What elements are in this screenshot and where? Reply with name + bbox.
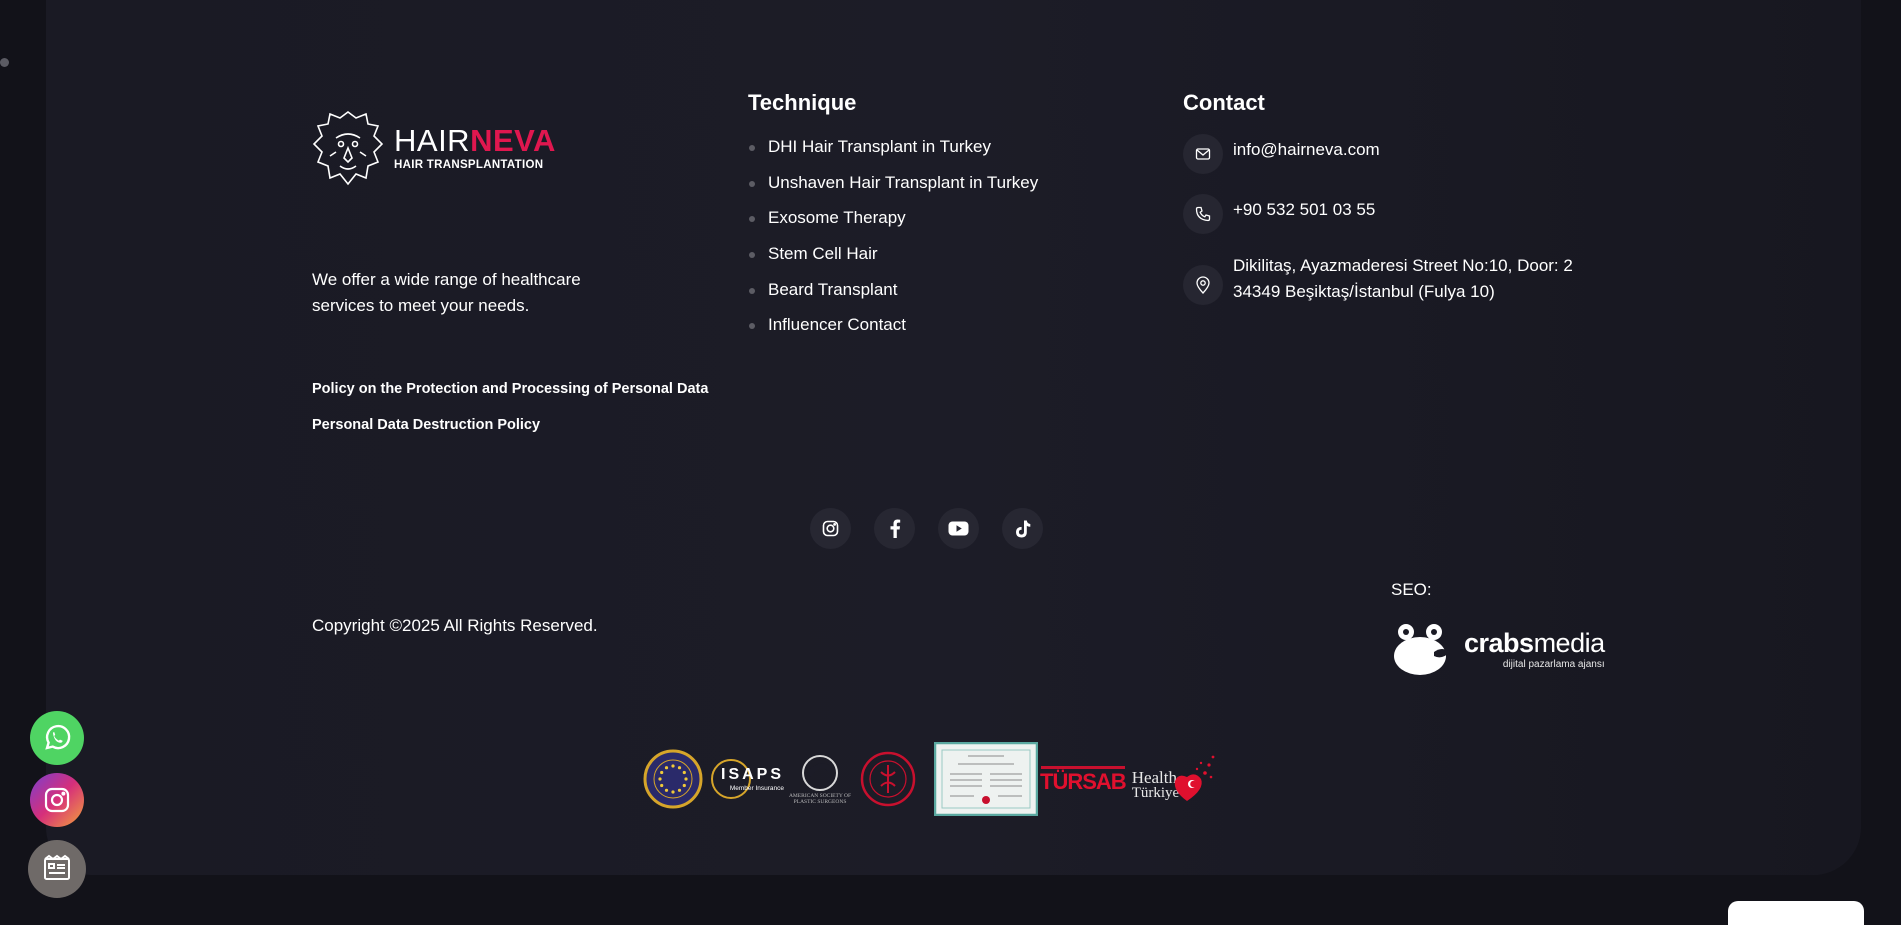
whatsapp-float-button[interactable] [30, 711, 84, 765]
heart-stars-icon [1174, 755, 1215, 801]
health-turkiye-logo: Health Türkiye [1132, 749, 1217, 809]
newsletter-icon [44, 854, 70, 880]
technique-link-influencer[interactable]: Influencer Contact [748, 313, 1038, 349]
brand-name-part2: NEVA [470, 123, 556, 158]
mail-icon [1183, 134, 1223, 174]
technique-heading: Technique [748, 90, 857, 115]
agency-logo[interactable]: crabsmedia dijital pazarlama ajansı [1390, 622, 1605, 678]
brand-name-part1: HAIR [394, 123, 471, 158]
isaps-title: ISAPS [721, 766, 785, 783]
policy-link-data-protection[interactable]: Policy on the Protection and Processing … [312, 381, 708, 397]
corner-tab[interactable] [1728, 901, 1864, 925]
contact-address: Dikilitaş, Ayazmaderesi Street No:10, Do… [1233, 253, 1573, 305]
technique-link-exosome[interactable]: Exosome Therapy [748, 206, 1038, 242]
technique-link-beard[interactable]: Beard Transplant [748, 278, 1038, 314]
phone-icon [1183, 194, 1223, 234]
youtube-icon[interactable] [938, 508, 979, 549]
isaps-subtitle: Member Insurance [729, 785, 785, 792]
contact-email-row[interactable]: info@hairneva.com [1183, 134, 1380, 174]
certificate-document-icon [934, 742, 1039, 816]
tursab-logo: TÜRSAB [1040, 765, 1127, 794]
certification-logos: ISAPS Member Insurance AMERICAN SOCIETY … [643, 742, 1217, 816]
contact-phone[interactable]: +90 532 501 03 55 [1233, 197, 1375, 223]
tiktok-icon[interactable] [1002, 508, 1043, 549]
instagram-icon [44, 787, 70, 813]
copyright-text: Copyright ©2025 All Rights Reserved. [312, 616, 598, 635]
contact-phone-row[interactable]: +90 532 501 03 55 [1183, 194, 1375, 234]
lion-logo-icon [312, 111, 384, 186]
brand-subtitle: HAIR TRANSPLANTATION [394, 159, 544, 171]
agency-name-rest: media [1533, 628, 1606, 658]
newsletter-float-button[interactable] [28, 840, 86, 898]
health-turkiye-line-1: Health [1131, 768, 1178, 787]
agency-name-bold: crabs [1464, 628, 1534, 658]
isaps-logo: ISAPS Member Insurance [709, 757, 784, 801]
address-line-1: Dikilitaş, Ayazmaderesi Street No:10, Do… [1233, 256, 1573, 275]
technique-link-stem-cell[interactable]: Stem Cell Hair [748, 242, 1038, 278]
asps-logo: AMERICAN SOCIETY OF PLASTIC SURGEONS [788, 753, 852, 805]
ministry-health-seal-icon [860, 751, 916, 807]
technique-link-dhi[interactable]: DHI Hair Transplant in Turkey [748, 135, 1038, 171]
health-turkiye-line-2: Türkiye [1131, 785, 1180, 801]
seo-label: SEO: [1391, 580, 1432, 599]
asps-line-2: PLASTIC SURGEONS [793, 799, 847, 805]
instagram-icon[interactable] [810, 508, 851, 549]
social-links [810, 508, 1043, 549]
address-line-2: 34349 Beşiktaş/İstanbul (Fulya 10) [1233, 282, 1495, 301]
instagram-float-button[interactable] [30, 773, 84, 827]
facebook-icon[interactable] [874, 508, 915, 549]
contact-email[interactable]: info@hairneva.com [1233, 137, 1380, 163]
brand-tagline: We offer a wide range of healthcare serv… [312, 270, 581, 315]
brand-logo[interactable]: HAIRNEVA HAIR TRANSPLANTATION [312, 108, 556, 188]
tursab-text: TÜRSAB [1040, 768, 1127, 794]
agency-tagline: dijital pazarlama ajansı [1502, 659, 1605, 670]
technique-list: DHI Hair Transplant in Turkey Unshaven H… [748, 135, 1038, 349]
scroll-indicator-dot [0, 58, 9, 67]
asps-circle-icon [802, 755, 839, 791]
crab-logo-icon [1394, 624, 1450, 675]
contact-heading: Contact [1183, 90, 1265, 115]
eu-stars-seal-icon [643, 749, 703, 809]
policy-link-data-destruction[interactable]: Personal Data Destruction Policy [312, 417, 540, 433]
whatsapp-icon [45, 724, 71, 750]
location-pin-icon [1183, 265, 1223, 305]
brand-wordmark: HAIRNEVA HAIR TRANSPLANTATION [394, 125, 556, 171]
technique-link-unshaven[interactable]: Unshaven Hair Transplant in Turkey [748, 171, 1038, 207]
contact-address-row: Dikilitaş, Ayazmaderesi Street No:10, Do… [1183, 253, 1573, 305]
